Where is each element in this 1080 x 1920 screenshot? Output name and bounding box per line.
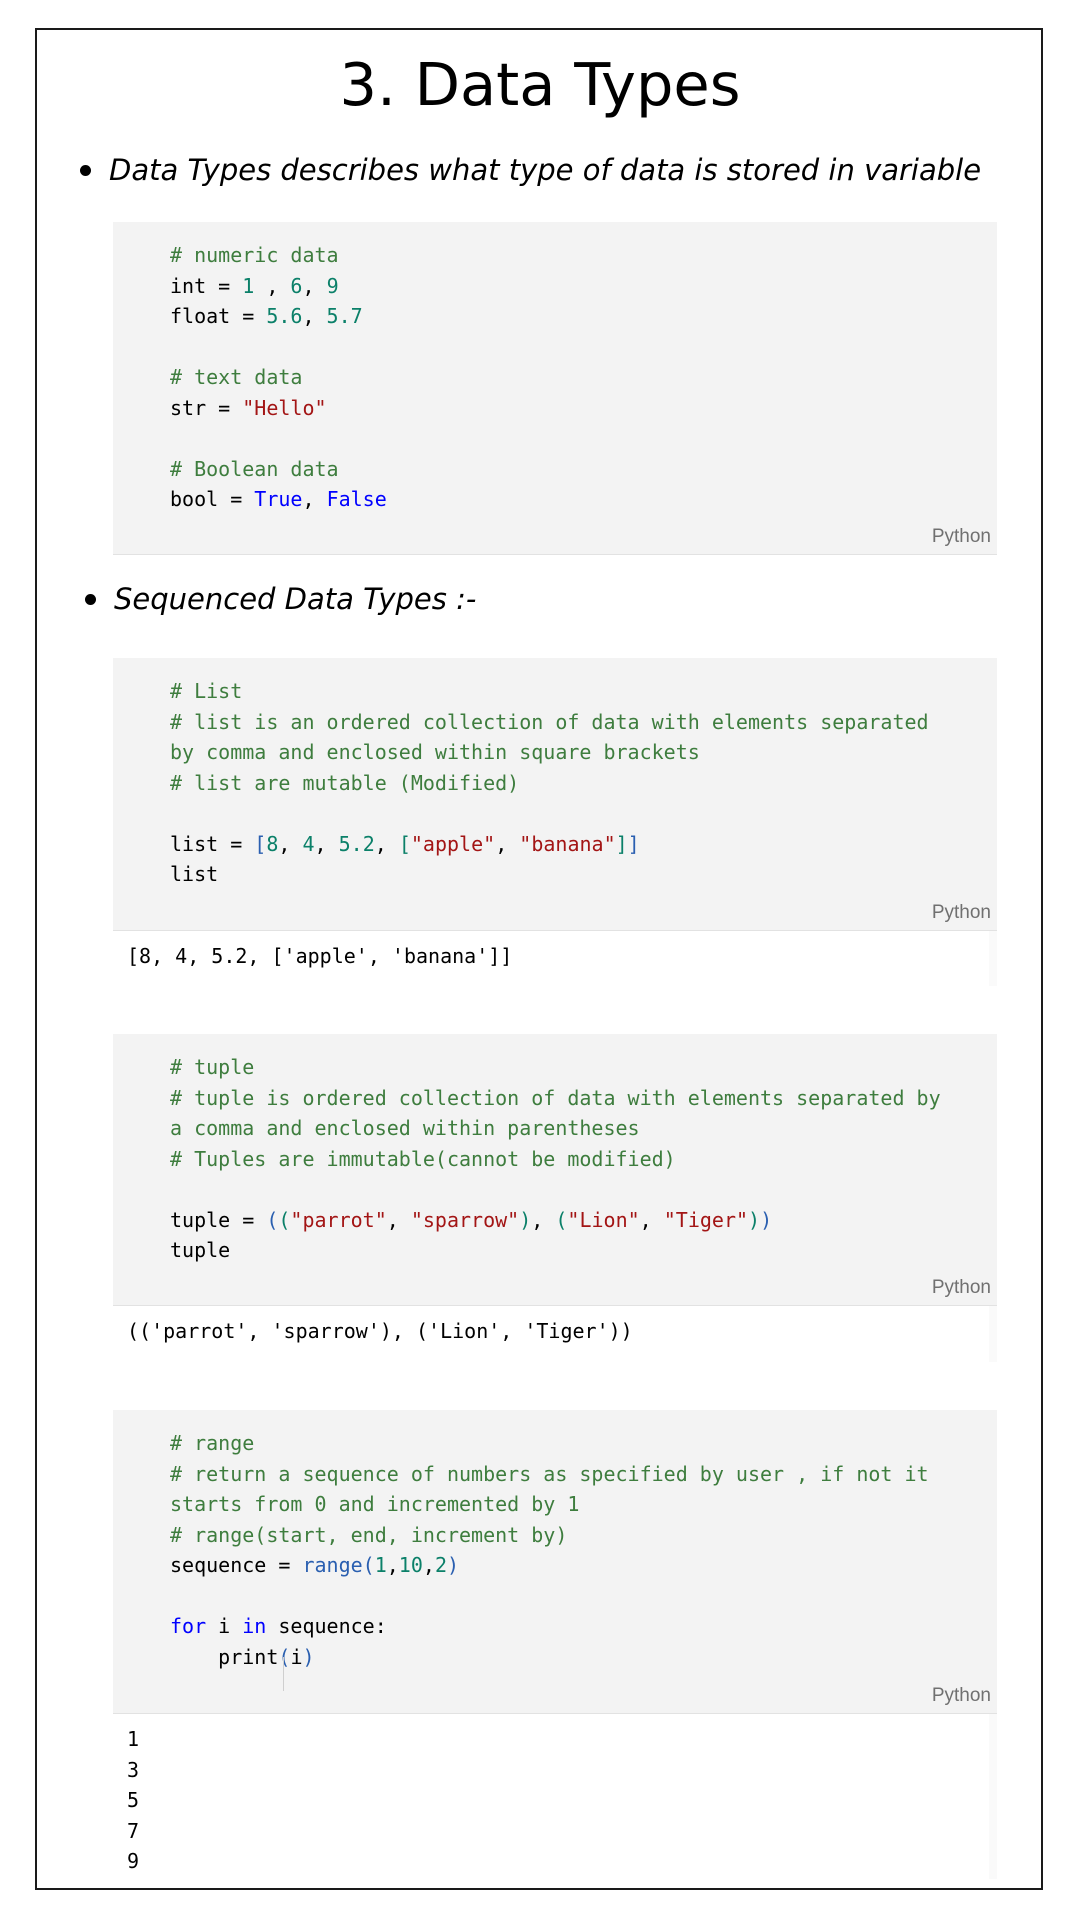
- code-text: # tuple # tuple is ordered collection of…: [170, 1055, 941, 1262]
- code-cell-tuple[interactable]: # tuple # tuple is ordered collection of…: [113, 1034, 997, 1306]
- bullet-dot: [85, 593, 96, 605]
- bullet-text: Data Types describes what type of data i…: [109, 153, 982, 187]
- code-text: # numeric data int = 1 , 6, 9 float = 5.…: [170, 243, 387, 511]
- output-text: (('parrot', 'sparrow'), ('Lion', 'Tiger'…: [127, 1319, 633, 1343]
- bullet-data-types: Data Types describes what type of data i…: [80, 153, 981, 187]
- output-text: 1 3 5 7 9: [127, 1727, 140, 1873]
- output-tuple: (('parrot', 'sparrow'), ('Lion', 'Tiger'…: [113, 1306, 997, 1362]
- indent-guide: [283, 1657, 284, 1691]
- language-label: Python: [931, 1685, 991, 1706]
- output-scrollbar[interactable]: [989, 931, 997, 986]
- bullet-text: Sequenced Data Types :-: [114, 582, 477, 616]
- output-scrollbar[interactable]: [989, 1306, 997, 1362]
- language-label: Python: [931, 1277, 991, 1298]
- output-range: 1 3 5 7 9: [113, 1714, 997, 1879]
- code-cell-basic-types[interactable]: # numeric data int = 1 , 6, 9 float = 5.…: [113, 222, 997, 555]
- bullet-sequenced: Sequenced Data Types :-: [85, 582, 476, 616]
- bullet-dot: [80, 164, 91, 176]
- code-text: # range # return a sequence of numbers a…: [170, 1431, 929, 1669]
- output-scrollbar[interactable]: [989, 1714, 997, 1879]
- language-label: Python: [931, 902, 991, 923]
- code-cell-list[interactable]: # List # list is an ordered collection o…: [113, 658, 997, 931]
- page-title: 3. Data Types: [339, 50, 741, 119]
- code-cell-range[interactable]: # range # return a sequence of numbers a…: [113, 1410, 997, 1714]
- code-text: # List # list is an ordered collection o…: [170, 679, 929, 886]
- language-label: Python: [931, 526, 991, 547]
- output-list: [8, 4, 5.2, ['apple', 'banana']]: [113, 931, 997, 986]
- output-text: [8, 4, 5.2, ['apple', 'banana']]: [127, 944, 513, 968]
